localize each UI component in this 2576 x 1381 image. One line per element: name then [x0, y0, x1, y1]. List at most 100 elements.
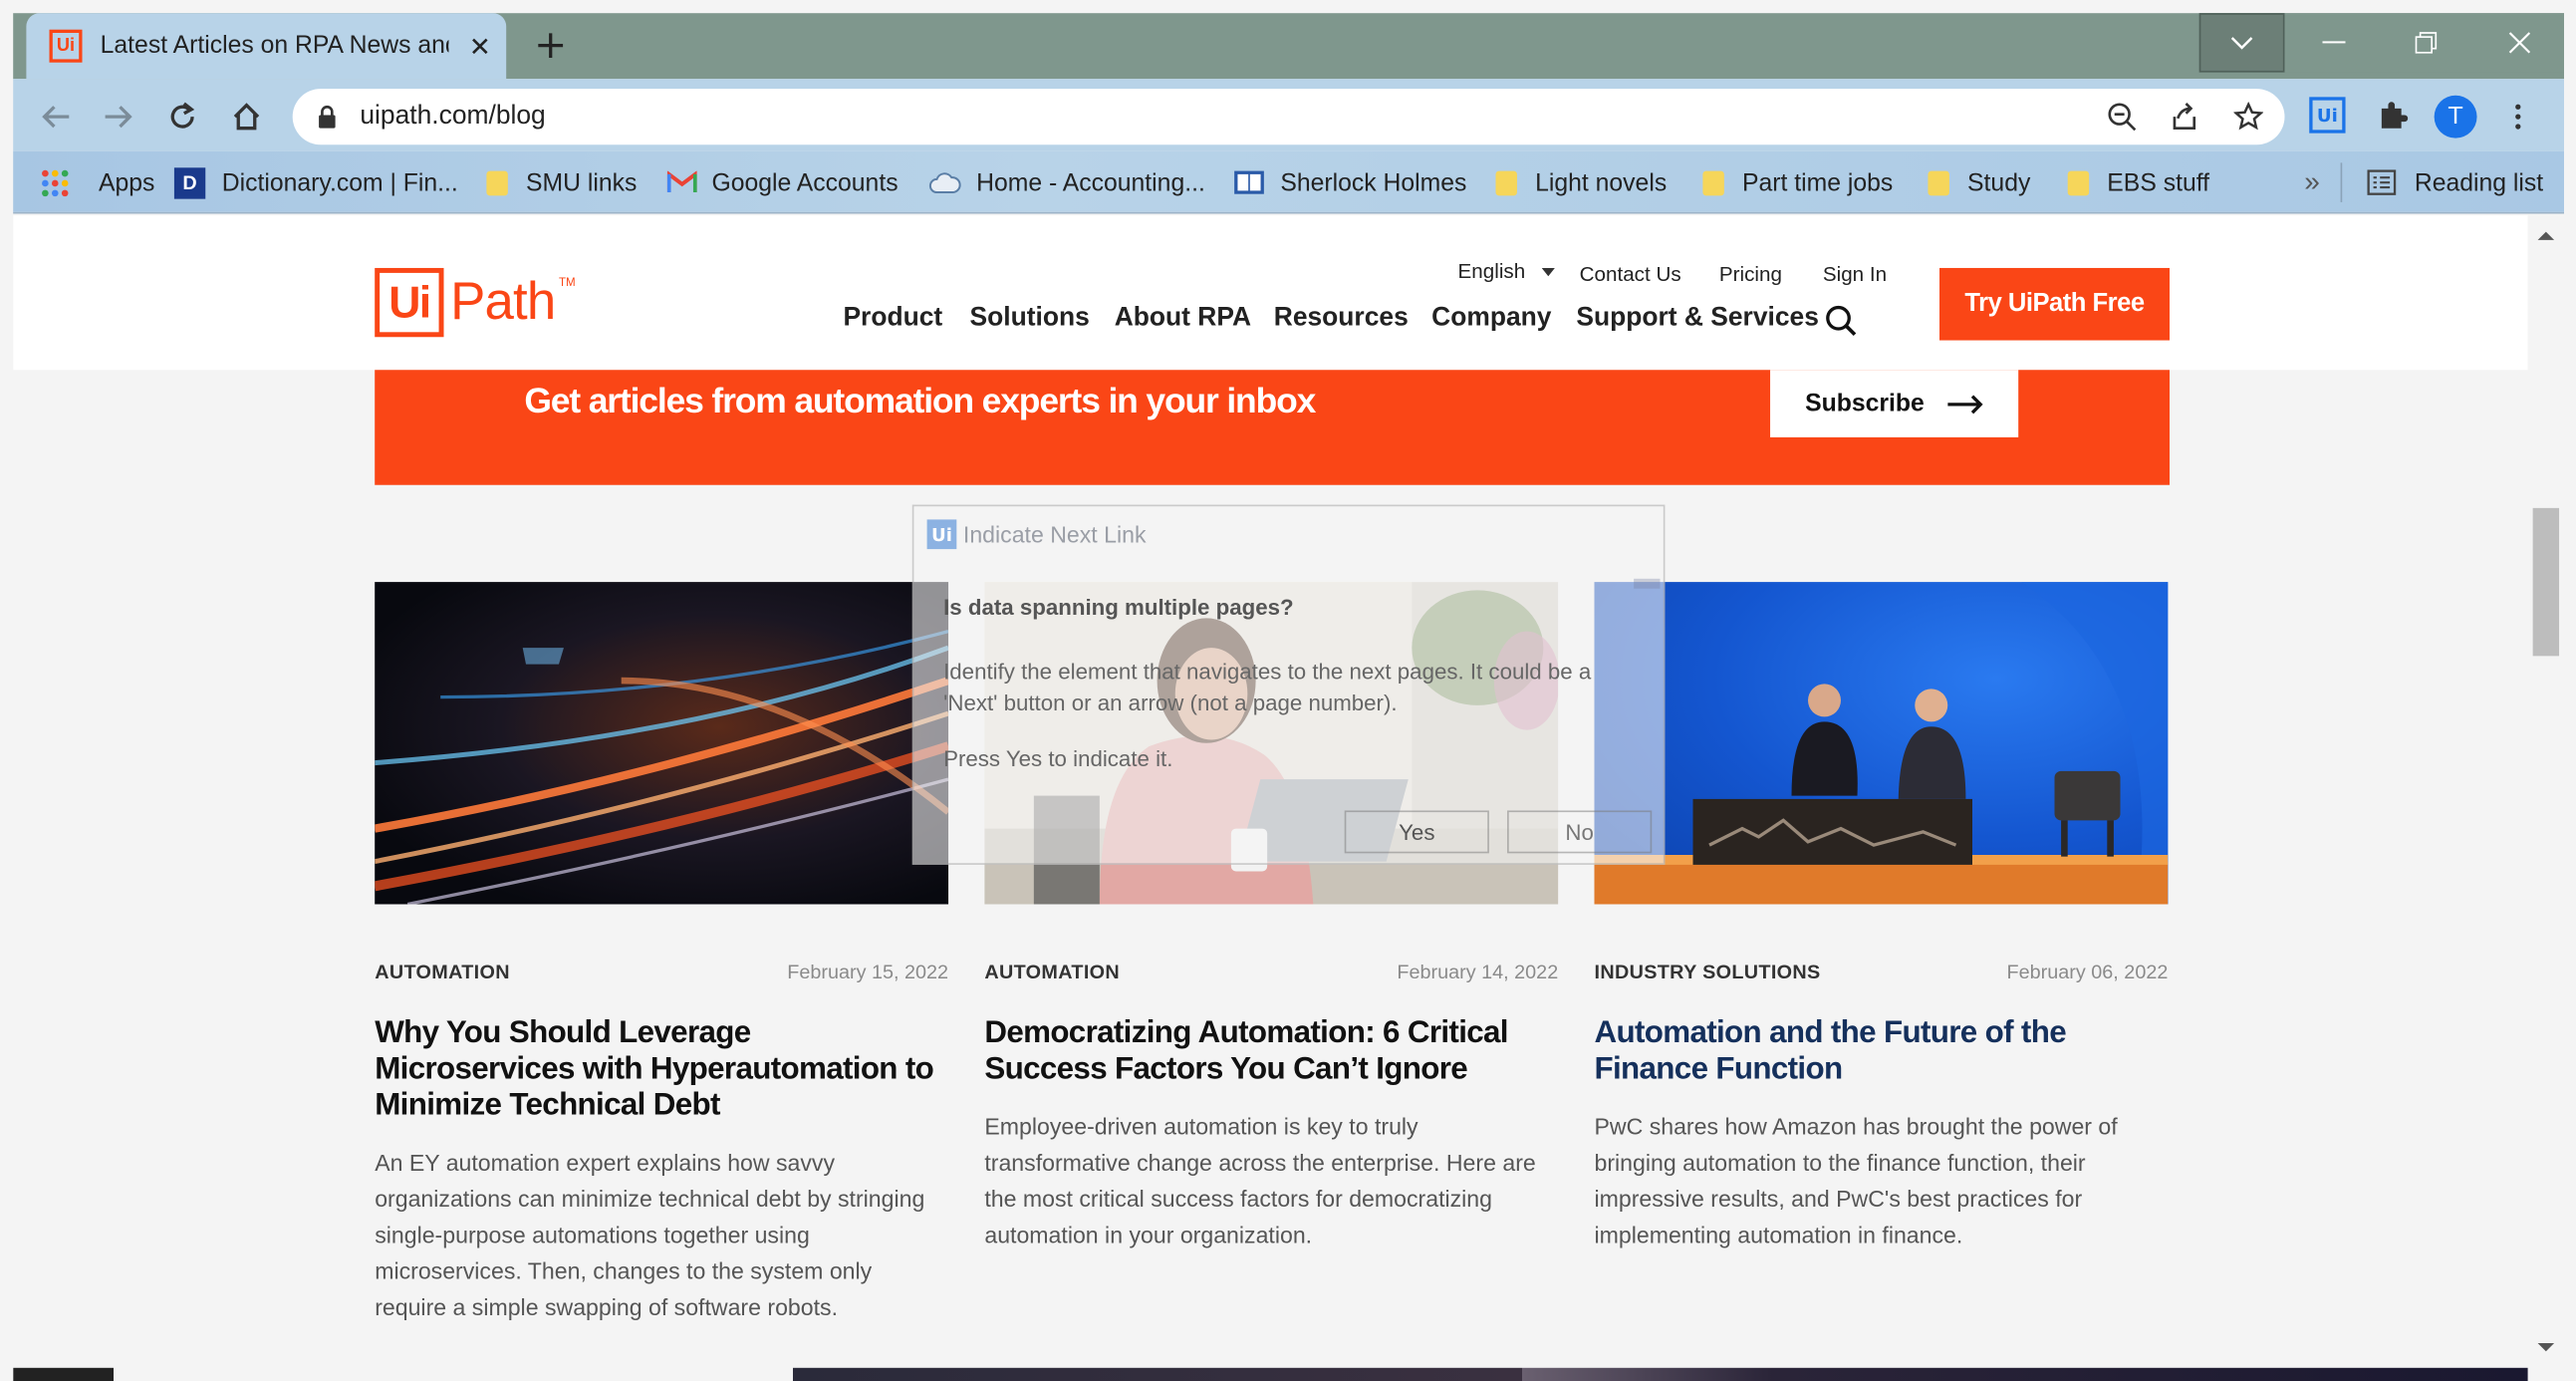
profile-avatar[interactable]: T — [2434, 95, 2477, 138]
sign-in-link[interactable]: Sign In — [1823, 263, 1887, 286]
article-title[interactable]: Democratizing Automation: 6 Critical Suc… — [984, 1016, 1558, 1089]
url-text: uipath.com/blog — [360, 102, 546, 131]
article-title[interactable]: Why You Should Leverage Microservices wi… — [375, 1016, 948, 1125]
indicate-next-link-dialog: Ui Indicate Next Link Is data spanning m… — [911, 504, 1666, 865]
site-search-icon[interactable] — [1821, 301, 1861, 341]
forward-icon[interactable] — [96, 94, 141, 139]
bookmark-label: Light novels — [1535, 168, 1668, 197]
gmail-icon — [666, 170, 697, 193]
logo-trademark: TM — [559, 277, 576, 290]
home-icon[interactable] — [223, 94, 269, 139]
new-tab-button[interactable]: + — [529, 21, 572, 67]
chevron-down-icon — [1541, 267, 1555, 276]
dialog-close-area[interactable] — [1634, 578, 1661, 589]
bookmark-smu-links[interactable]: SMU links — [486, 151, 637, 214]
banner-headline: Get articles from automation experts in … — [524, 381, 1316, 421]
reading-list-icon — [2367, 169, 2397, 195]
folder-icon — [486, 169, 508, 195]
apps-grid-icon — [42, 168, 69, 196]
restore-icon[interactable] — [2384, 13, 2469, 72]
scroll-up-arrow-icon[interactable] — [2528, 225, 2564, 248]
window-controls — [2198, 13, 2564, 73]
article-title[interactable]: Automation and the Future of the Finance… — [1595, 1016, 2169, 1089]
article-card[interactable]: AUTOMATION February 15, 2022 Why You Sho… — [375, 582, 948, 1338]
reload-icon[interactable] — [159, 94, 205, 139]
lock-icon — [316, 106, 339, 129]
bookmark-label: Study — [1967, 168, 2031, 197]
article-date: February 06, 2022 — [2006, 960, 2169, 983]
article-description: Employee-driven automation is key to tru… — [984, 1113, 1536, 1248]
bookmark-ebs-stuff[interactable]: EBS stuff — [2067, 151, 2210, 214]
folder-icon — [2067, 169, 2090, 195]
bookmark-star-icon[interactable] — [2230, 99, 2266, 135]
share-icon[interactable] — [2167, 99, 2202, 135]
contact-us-link[interactable]: Contact Us — [1580, 263, 1681, 286]
scroll-down-arrow-icon[interactable] — [2528, 1336, 2564, 1359]
folder-icon — [1702, 169, 1724, 195]
language-selector[interactable]: English — [1458, 260, 1555, 283]
close-window-icon[interactable] — [2475, 13, 2564, 72]
dialog-yes-button[interactable]: Yes — [1344, 810, 1489, 854]
extensions-puzzle-icon[interactable] — [2374, 96, 2414, 136]
reading-list-button[interactable]: Reading list — [2367, 151, 2543, 214]
address-bar[interactable]: uipath.com/blog — [292, 89, 2285, 145]
language-label: English — [1457, 259, 1526, 283]
tab-close-icon[interactable]: ✕ — [463, 28, 496, 64]
bookmark-google-accounts[interactable]: Google Accounts — [666, 151, 899, 214]
subscribe-button[interactable]: Subscribe — [1770, 370, 2019, 437]
dialog-question: Is data spanning multiple pages? — [943, 595, 1294, 621]
nav-about-rpa[interactable]: About RPA — [1115, 304, 1251, 334]
nav-product[interactable]: Product — [843, 304, 942, 334]
bookmarks-overflow-icon[interactable]: » — [2304, 151, 2320, 214]
uipath-logo[interactable]: Ui Path TM — [375, 267, 589, 338]
bookmark-part-time-jobs[interactable]: Part time jobs — [1702, 151, 1893, 214]
bookmark-label: Sherlock Holmes — [1280, 168, 1467, 197]
tab-search-icon[interactable] — [2198, 13, 2285, 73]
reading-list-label: Reading list — [2414, 168, 2544, 197]
article-card[interactable]: INDUSTRY SOLUTIONS February 06, 2022 Aut… — [1594, 582, 2169, 1338]
article-image-panel-discussion — [1594, 582, 2169, 905]
article-date: February 14, 2022 — [1397, 960, 1559, 983]
bookmark-label: Apps — [99, 168, 155, 197]
browser-tab[interactable]: Ui Latest Articles on RPA News and ✕ — [26, 13, 507, 80]
logo-ui-box: Ui — [375, 267, 444, 338]
dialog-title: Indicate Next Link — [962, 521, 1147, 548]
zoom-out-icon[interactable] — [2104, 99, 2140, 135]
bookmark-dictionary[interactable]: D Dictionary.com | Fin... — [173, 151, 458, 214]
minimize-icon[interactable] — [2291, 13, 2377, 72]
bookmark-label: Part time jobs — [1742, 168, 1894, 197]
subscribe-label: Subscribe — [1805, 390, 1925, 418]
bookmark-label: EBS stuff — [2107, 168, 2210, 197]
browser-menu-icon[interactable] — [2501, 96, 2534, 138]
nav-company[interactable]: Company — [1431, 304, 1551, 334]
bookmark-label: SMU links — [526, 168, 638, 197]
bookmark-label: Home - Accounting... — [976, 168, 1205, 197]
page-viewport: Ui Path TM English Contact Us Pricing Si… — [13, 215, 2565, 1381]
book-icon — [1234, 170, 1264, 194]
article-date: February 15, 2022 — [787, 960, 949, 983]
bookmark-sherlock-holmes[interactable]: Sherlock Holmes — [1233, 151, 1467, 214]
folder-icon — [1495, 169, 1517, 195]
nav-resources[interactable]: Resources — [1274, 304, 1409, 334]
bookmark-apps[interactable]: Apps — [41, 151, 154, 214]
page-scrollbar[interactable] — [2527, 215, 2564, 1381]
bookmark-label: Google Accounts — [711, 168, 899, 197]
try-uipath-free-button[interactable]: Try UiPath Free — [1939, 267, 2170, 341]
dialog-no-button[interactable]: No — [1507, 810, 1653, 854]
bookmark-light-novels[interactable]: Light novels — [1495, 151, 1668, 214]
article-category: AUTOMATION — [375, 960, 510, 983]
next-content-strip — [13, 1367, 2528, 1381]
bookmark-label: Dictionary.com | Fin... — [221, 168, 458, 197]
article-description: PwC shares how Amazon has brought the po… — [1594, 1113, 2118, 1248]
folder-icon — [1928, 169, 1949, 195]
nav-support-services[interactable]: Support & Services — [1576, 304, 1819, 334]
scrollbar-thumb[interactable] — [2532, 507, 2560, 657]
nav-solutions[interactable]: Solutions — [970, 304, 1090, 334]
cloud-icon — [928, 172, 961, 194]
tab-title: Latest Articles on RPA News and — [100, 31, 449, 60]
back-icon[interactable] — [33, 94, 79, 139]
bookmark-home-accounting[interactable]: Home - Accounting... — [928, 151, 1205, 214]
bookmark-study[interactable]: Study — [1928, 151, 2030, 214]
uipath-extension-icon[interactable]: Ui — [2309, 97, 2346, 134]
pricing-link[interactable]: Pricing — [1719, 263, 1782, 286]
